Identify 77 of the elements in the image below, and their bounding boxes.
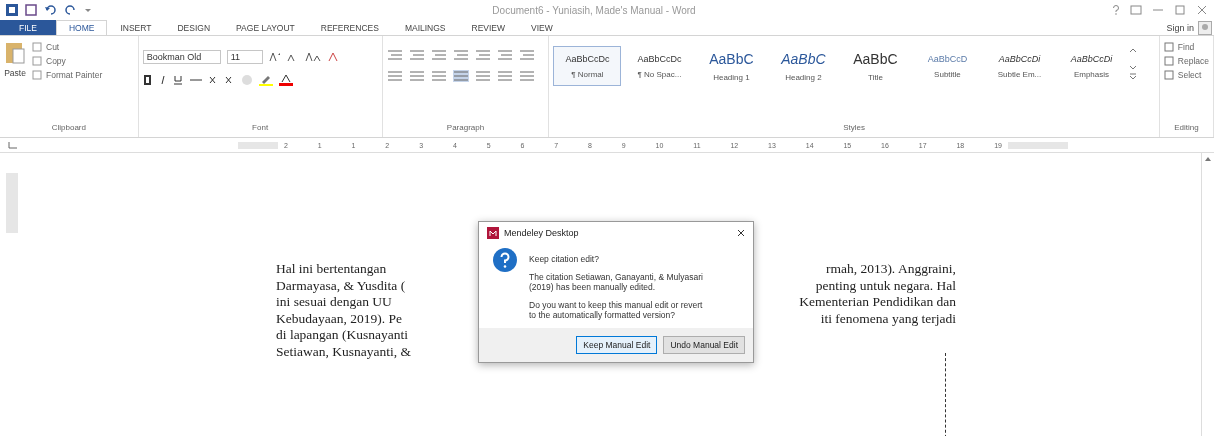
dialog-button[interactable]: Keep Manual Edit [576,336,658,354]
style-item[interactable]: AaBbC Title [841,46,910,86]
document-text: Setiawan, Kusnayanti, & [276,343,411,360]
dialog-question: Do you want to keep this manual edit or revert to the automatically formatted version? [529,300,704,320]
document-text: ini sesuai dengan UU [276,294,392,311]
ribbon-display-icon[interactable] [1130,5,1142,15]
grow-font-icon[interactable] [268,52,281,62]
save-icon[interactable] [25,4,37,16]
find-button[interactable]: Find [1163,42,1209,52]
document-text: Kebudayaan, 2019). Pe [276,310,402,327]
align-left-icon[interactable] [386,70,403,82]
group-label: Font [251,123,270,134]
style-item[interactable]: AaBbCcDc ¶ Normal [553,46,622,86]
maximize-icon[interactable] [1174,5,1186,15]
group-label: Clipboard [50,123,87,134]
replace-button[interactable]: Replace [1163,56,1209,66]
ribbon-tab[interactable]: REFERENCES [307,20,392,36]
document-text: rmah, 2013). Anggraini, [825,261,956,278]
file-tab[interactable]: FILE [0,20,56,36]
help-icon[interactable] [1112,5,1120,15]
align-center-icon[interactable] [408,70,425,82]
ribbon-tab[interactable]: VIEW [518,20,566,36]
mendeley-icon [487,227,499,239]
ribbon-tab[interactable]: DESIGN [164,20,224,36]
style-item[interactable]: AaBbC Heading 1 [697,46,766,86]
select-button[interactable]: Select [1163,70,1209,80]
underline-icon[interactable] [172,75,183,85]
group-label: Editing [1173,123,1200,134]
format-painter-button[interactable]: Format Painter [32,70,103,80]
document-text: penting untuk negara. Hal [815,277,956,294]
word-icon[interactable] [6,4,18,16]
italic-icon[interactable] [158,75,167,85]
cut-button[interactable]: Cut [32,42,103,52]
document-text: Hal ini bertentangan [276,261,387,278]
style-item[interactable]: AaBbCcD Subtitle [913,46,982,86]
dialog-heading: Keep citation edit? [529,254,600,264]
clear-format-icon[interactable] [326,52,339,62]
vertical-ruler [6,173,18,233]
sign-in-link[interactable]: Sign in [1166,23,1194,33]
style-item[interactable]: AaBbC Heading 2 [769,46,838,86]
ribbon-tab[interactable]: MAILINGS [391,20,459,36]
group-label: Styles [842,123,866,134]
justify-icon[interactable] [452,70,469,82]
document-text: Darmayasa, & Yusdita ( [276,277,406,294]
ribbon-tab[interactable]: PAGE LAYOUT [223,20,308,36]
tab-selector-icon[interactable] [6,140,20,150]
paste-button[interactable]: Paste [4,40,26,123]
scrollbar[interactable] [1201,153,1214,436]
close-icon[interactable] [737,229,745,237]
ribbon-tab[interactable]: HOME [55,20,108,36]
document-text: Kementerian Pendidikan dan [799,294,956,311]
copy-button[interactable]: Copy [32,56,103,66]
clipboard-icon [4,40,26,66]
user-icon[interactable] [1198,21,1212,35]
gallery-scroll-icon[interactable] [1129,46,1138,80]
change-case-icon[interactable] [304,52,321,62]
redo-icon[interactable] [65,4,77,16]
dialog-message: The citation Setiawan, Ganayanti, & Mulyasari (2019) has been manually edited. [529,272,704,292]
group-label: Paragraph [445,123,486,134]
document-text: iti fenomena yang terjadi [820,310,956,327]
font-name-dropdown[interactable]: Bookman Old [142,50,221,64]
window-title: Document6 - Yuniasih, Made's Manual - Word [491,4,697,16]
undo-icon[interactable] [44,4,58,16]
ribbon-tab[interactable]: REVIEW [458,20,519,36]
dialog-button[interactable]: Undo Manual Edit [663,336,745,354]
highlighter-icon[interactable] [258,74,273,86]
dialog-title: Mendeley Desktop [504,228,580,238]
scroll-up-icon[interactable] [1204,156,1212,162]
align-right-icon[interactable] [430,70,447,82]
document-text: di lapangan (Kusnayanti [276,327,408,344]
style-item[interactable]: AaBbCcDc ¶ No Spac... [625,46,694,86]
style-item[interactable]: AaBbCcDi Subtle Em... [985,46,1054,86]
question-icon [493,248,517,272]
font-size-dropdown[interactable]: 11 [226,50,263,64]
font-color-icon[interactable] [278,74,293,86]
ribbon-tab[interactable]: INSERT [107,20,165,36]
style-item[interactable]: AaBbCcDi Emphasis [1057,46,1126,86]
